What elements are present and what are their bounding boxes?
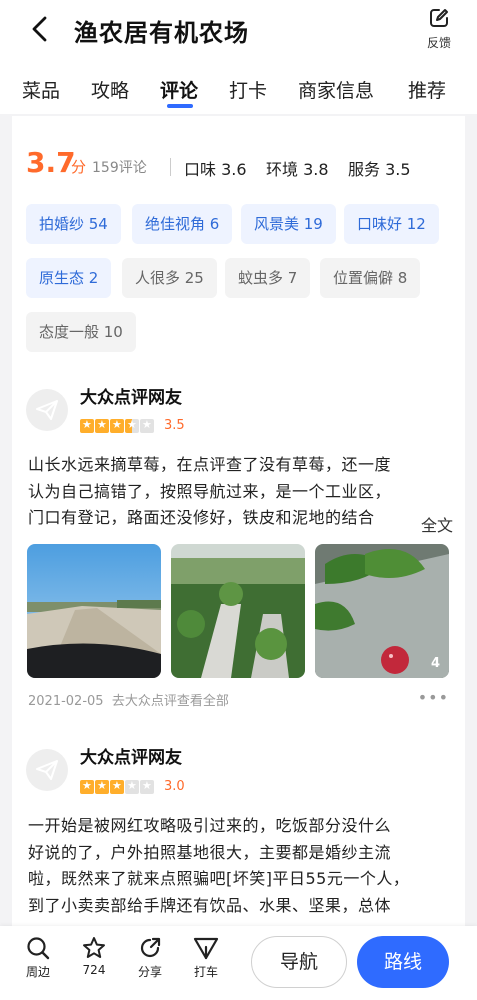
avatar[interactable] bbox=[26, 389, 68, 431]
review-line: 一开始是被网红攻略吸引过来的，吃饭部分没什么 bbox=[28, 816, 392, 835]
expand-full-text-link[interactable]: 全文 bbox=[410, 512, 453, 536]
more-options-icon[interactable]: ••• bbox=[418, 688, 449, 707]
nearby-button[interactable]: 周边 bbox=[18, 936, 58, 980]
review-line: 好说的了，户外拍照基地很大，主要都是婚纱主流 bbox=[28, 842, 392, 862]
star-rating bbox=[80, 418, 155, 433]
source-link[interactable]: 去大众点评查看全部 bbox=[112, 694, 229, 709]
review-meta: 2021-02-05 去大众点评查看全部 bbox=[28, 690, 229, 709]
avatar[interactable] bbox=[26, 749, 68, 791]
review-date: 2021-02-05 bbox=[28, 694, 104, 709]
top-bar: 渔农居有机农场 反馈 bbox=[0, 0, 477, 58]
score-unit: 分 bbox=[71, 158, 87, 176]
environment-score: 环境 3.8 bbox=[266, 160, 329, 179]
star-icon bbox=[110, 418, 124, 433]
navigate-button[interactable]: 导航 bbox=[251, 936, 347, 988]
star-rating bbox=[80, 779, 155, 794]
active-tab-indicator bbox=[167, 104, 193, 108]
reviewer-name[interactable]: 大众点评网友 bbox=[80, 383, 182, 408]
taxi-label: 打车 bbox=[193, 965, 218, 979]
tag-chip[interactable]: 人很多 25 bbox=[122, 258, 217, 298]
route-button[interactable]: 路线 bbox=[357, 936, 449, 988]
star-empty-icon bbox=[125, 779, 139, 794]
rating-summary: 3.7 分 159评论 口味 3.6 环境 3.8 服务 3.5 bbox=[26, 146, 456, 186]
star-icon bbox=[80, 779, 94, 794]
paper-plane-icon bbox=[36, 400, 58, 420]
review-line: 到了小卖卖部给手牌还有饮品、水果、坚果，总体 bbox=[28, 895, 392, 915]
tab-recommend[interactable]: 推荐 bbox=[408, 76, 446, 103]
taste-score: 口味 3.6 bbox=[184, 160, 247, 179]
review-text[interactable]: 山长水远来摘草莓，在点评查了没有草莓，还一度 认为自己搞错了，按照导航过来，是一… bbox=[28, 452, 452, 532]
star-icon bbox=[95, 418, 109, 433]
divider bbox=[170, 158, 171, 176]
review-line: 啦，既然来了就来点照骗吧[坏笑]平日55元一个人， bbox=[28, 869, 410, 888]
tag-chip[interactable]: 原生态 2 bbox=[26, 258, 112, 298]
tab-reviews[interactable]: 评论 bbox=[160, 76, 198, 103]
tab-bar: 菜品 攻略 评论 打卡 商家信息 推荐 bbox=[0, 58, 477, 114]
taxi-arrow-icon bbox=[193, 937, 219, 960]
tag-chip[interactable]: 绝佳视角 6 bbox=[132, 204, 233, 244]
feedback-button[interactable]: 反馈 bbox=[423, 7, 455, 51]
feedback-label: 反馈 bbox=[426, 36, 451, 50]
share-label: 分享 bbox=[137, 965, 162, 979]
road-photo bbox=[27, 544, 161, 678]
share-icon bbox=[140, 937, 161, 958]
tab-merchant-info[interactable]: 商家信息 bbox=[298, 76, 374, 103]
taxi-button[interactable]: 打车 bbox=[186, 936, 226, 980]
tag-chip[interactable]: 位置偏僻 8 bbox=[320, 258, 421, 298]
review-photo[interactable]: 4 bbox=[315, 544, 449, 678]
tab-checkin[interactable]: 打卡 bbox=[229, 76, 267, 103]
star-empty-icon bbox=[140, 779, 154, 794]
search-icon bbox=[27, 937, 50, 960]
bottom-action-bar: 周边 724 分享 打车 导航 路线 bbox=[0, 926, 477, 1000]
strawberry-field-photo bbox=[171, 544, 305, 678]
review-score: 3.0 bbox=[164, 779, 185, 794]
tag-chip[interactable]: 态度一般 10 bbox=[26, 312, 136, 352]
tag-chip[interactable]: 口味好 12 bbox=[344, 204, 439, 244]
tag-chip[interactable]: 拍婚纱 54 bbox=[26, 204, 121, 244]
share-button[interactable]: 分享 bbox=[130, 936, 170, 980]
tag-chip[interactable]: 蚊虫多 7 bbox=[225, 258, 311, 298]
service-score: 服务 3.5 bbox=[348, 160, 411, 179]
star-empty-icon bbox=[140, 418, 154, 433]
overall-score: 3.7 bbox=[26, 146, 76, 179]
strawberry-photo bbox=[315, 544, 449, 678]
star-icon bbox=[110, 779, 124, 794]
tag-chip[interactable]: 风景美 19 bbox=[241, 204, 336, 244]
review-photo[interactable] bbox=[171, 544, 305, 678]
back-button[interactable] bbox=[26, 14, 56, 44]
tab-guides[interactable]: 攻略 bbox=[91, 76, 129, 103]
star-icon bbox=[80, 418, 94, 433]
star-icon bbox=[95, 779, 109, 794]
review-line: 门口有登记，路面还没修好，铁皮和泥地的结合 bbox=[28, 508, 375, 527]
paper-plane-icon bbox=[36, 760, 58, 780]
review-text[interactable]: 一开始是被网红攻略吸引过来的，吃饭部分没什么 好说的了，户外拍照基地很大，主要都… bbox=[28, 813, 452, 919]
review-photo[interactable] bbox=[27, 544, 161, 678]
tab-dishes[interactable]: 菜品 bbox=[22, 76, 60, 103]
review-count: 159评论 bbox=[92, 160, 147, 176]
back-arrow-icon bbox=[32, 16, 47, 42]
star-half-icon bbox=[125, 418, 139, 433]
nearby-label: 周边 bbox=[25, 965, 50, 979]
favorite-count: 724 bbox=[82, 963, 106, 977]
photo-count-badge: 4 bbox=[430, 656, 440, 671]
reviewer-name[interactable]: 大众点评网友 bbox=[80, 743, 182, 768]
reviews-panel: 3.7 分 159评论 口味 3.6 环境 3.8 服务 3.5 拍婚纱 54 … bbox=[12, 116, 465, 926]
review-line: 认为自己搞错了，按照导航过来，是一个工业区， bbox=[28, 481, 392, 501]
edit-icon bbox=[430, 9, 448, 27]
star-outline-icon bbox=[83, 937, 105, 958]
review-line: 山长水远来摘草莓，在点评查了没有草莓，还一度 bbox=[28, 455, 392, 474]
review-score: 3.5 bbox=[164, 418, 185, 433]
favorite-button[interactable]: 724 bbox=[74, 936, 114, 977]
page-title: 渔农居有机农场 bbox=[74, 19, 249, 47]
